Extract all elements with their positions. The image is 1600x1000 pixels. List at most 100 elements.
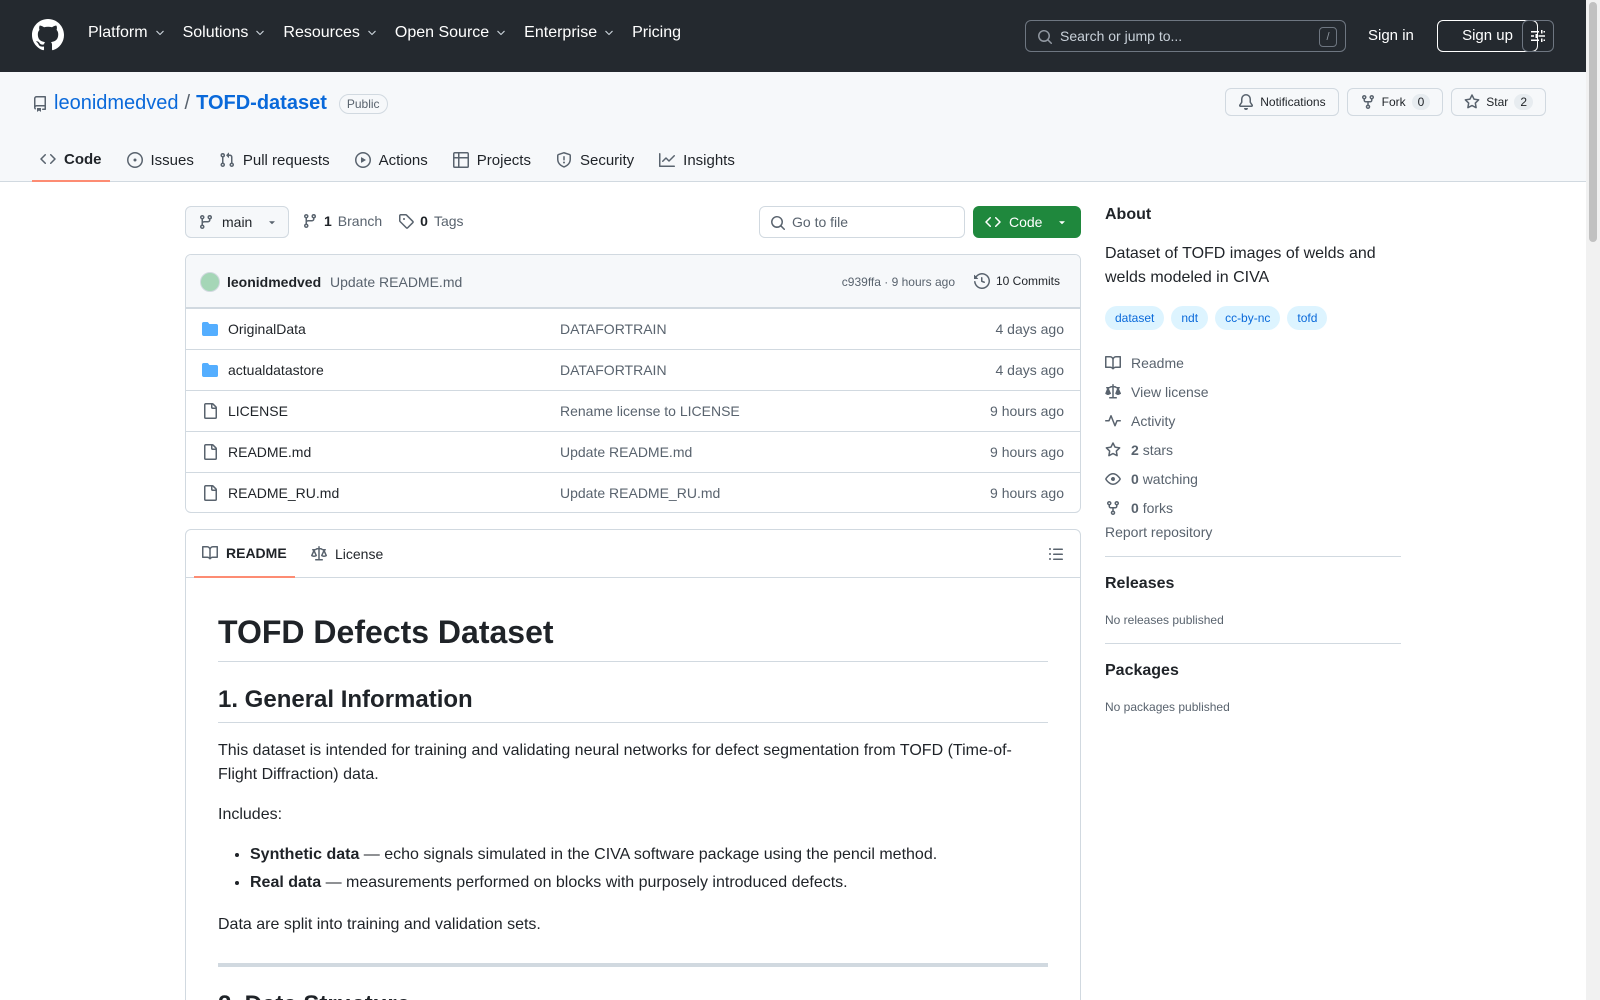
file-name-link[interactable]: README.md — [228, 444, 311, 460]
report-repository-link[interactable]: Report repository — [1105, 524, 1401, 540]
go-to-file-input[interactable]: Go to file — [759, 206, 965, 238]
file-date: 9 hours ago — [990, 403, 1064, 419]
tab-insights[interactable]: Insights — [651, 138, 743, 182]
tags-link[interactable]: 0 Tags — [398, 213, 464, 229]
fork-button[interactable]: Fork 0 — [1346, 88, 1444, 116]
nav-solutions[interactable]: Solutions — [183, 24, 267, 42]
about-sidebar: About Dataset of TOFD images of welds an… — [1105, 206, 1401, 714]
commit-author[interactable]: leonidmedved — [227, 274, 321, 290]
list-item-bold: Real data — [250, 874, 322, 891]
forks-link[interactable]: 0 forks — [1105, 493, 1401, 522]
tab-readme[interactable]: README — [194, 530, 295, 578]
settings-menu-button[interactable] — [1522, 20, 1554, 52]
topic-tag[interactable]: dataset — [1105, 306, 1165, 330]
readme-link[interactable]: Readme — [1105, 348, 1401, 377]
table-row: OriginalData DATAFORTRAIN 4 days ago — [186, 308, 1080, 349]
branch-selector[interactable]: main — [185, 206, 289, 238]
license-link[interactable]: View license — [1105, 377, 1401, 406]
github-logo-icon[interactable] — [32, 19, 64, 51]
history-icon — [973, 273, 990, 289]
bell-icon — [1239, 94, 1254, 110]
file-commit-message[interactable]: Update README_RU.md — [560, 485, 720, 501]
commit-sha-time[interactable]: c939ffa · 9 hours ago — [842, 275, 955, 289]
tab-issues[interactable]: Issues — [119, 138, 202, 182]
avatar[interactable] — [200, 272, 220, 292]
topic-tag[interactable]: cc-by-nc — [1215, 306, 1281, 330]
sign-in-link[interactable]: Sign in — [1368, 27, 1414, 44]
nav-enterprise[interactable]: Enterprise — [524, 24, 615, 42]
topic-tag[interactable]: tofd — [1287, 306, 1328, 330]
stars-link[interactable]: 2 stars — [1105, 435, 1401, 464]
star-button[interactable]: Star 2 — [1451, 88, 1546, 116]
commits-link[interactable]: 10 Commits — [973, 273, 1060, 289]
file-name-link[interactable]: README_RU.md — [228, 485, 339, 501]
search-icon — [771, 216, 786, 231]
notifications-label: Notifications — [1260, 95, 1326, 109]
readme-tabs: README License — [186, 530, 1080, 578]
graph-icon — [659, 153, 676, 167]
readme-paragraph: Includes: — [218, 806, 283, 823]
tab-pull-requests[interactable]: Pull requests — [211, 138, 338, 182]
file-name-link[interactable]: actualdatastore — [228, 362, 324, 378]
global-search-input[interactable]: Search or jump to... / — [1025, 20, 1346, 52]
file-commit-message[interactable]: DATAFORTRAIN — [560, 362, 667, 378]
readme-panel: README License TOFD Defects Dataset 1. G… — [185, 529, 1081, 1000]
nav-pricing[interactable]: Pricing — [632, 24, 681, 42]
sidebar-divider — [1105, 643, 1401, 644]
list-outline-icon[interactable] — [1048, 546, 1064, 562]
triangle-down-icon — [1059, 221, 1066, 225]
top-nav: Platform Solutions Resources Open Source… — [88, 24, 681, 42]
book-icon — [1105, 355, 1121, 369]
packages-heading[interactable]: Packages — [1105, 662, 1401, 680]
global-header: Platform Solutions Resources Open Source… — [0, 0, 1586, 72]
search-placeholder: Search or jump to... — [1060, 28, 1183, 44]
readme-paragraph: Data are split into training and validat… — [218, 916, 541, 933]
repo-name-link[interactable]: TOFD-dataset — [196, 92, 327, 115]
shield-icon — [556, 152, 571, 168]
releases-empty-text: No releases published — [1105, 613, 1224, 627]
star-count: 2 — [1514, 94, 1533, 110]
tab-license[interactable]: License — [311, 530, 383, 578]
branch-icon — [303, 214, 316, 229]
list-item-text: — echo signals simulated in the CIVA sof… — [359, 846, 938, 863]
tab-security[interactable]: Security — [548, 138, 642, 182]
file-name-link[interactable]: LICENSE — [228, 403, 288, 419]
tag-count: 0 — [420, 213, 428, 229]
about-links: Readme View license Activity 2 stars 0 w… — [1105, 348, 1401, 522]
file-icon — [204, 403, 217, 419]
nav-resources[interactable]: Resources — [283, 24, 377, 42]
file-commit-message[interactable]: Rename license to LICENSE — [560, 403, 740, 419]
readme-heading: 1. General Information — [218, 686, 1048, 723]
nav-platform[interactable]: Platform — [88, 24, 166, 42]
repo-header: leonidmedved / TOFD-dataset Public Notif… — [0, 72, 1586, 182]
file-name-link[interactable]: OriginalData — [228, 321, 306, 337]
commit-message[interactable]: Update README.md — [330, 274, 462, 290]
tab-actions[interactable]: Actions — [347, 138, 436, 182]
branch-icon — [199, 215, 212, 230]
code-dropdown-button[interactable]: Code — [973, 206, 1081, 238]
scrollbar-thumb[interactable] — [1589, 2, 1597, 242]
sidebar-divider — [1105, 556, 1401, 557]
pull-request-icon — [220, 152, 234, 168]
activity-link[interactable]: Activity — [1105, 406, 1401, 435]
watching-link[interactable]: 0 watching — [1105, 464, 1401, 493]
code-icon — [985, 216, 1001, 228]
topic-tag[interactable]: ndt — [1171, 306, 1209, 330]
forks-label: forks — [1142, 499, 1174, 516]
tab-projects[interactable]: Projects — [445, 138, 539, 182]
file-date: 4 days ago — [995, 362, 1065, 378]
tag-icon — [399, 214, 414, 229]
stars-count: 2 — [1131, 441, 1139, 458]
releases-heading[interactable]: Releases — [1105, 575, 1401, 593]
tab-code[interactable]: Code — [32, 138, 110, 182]
folder-icon — [202, 363, 218, 377]
nav-open-source[interactable]: Open Source — [395, 24, 507, 42]
notifications-button[interactable]: Notifications — [1225, 88, 1339, 116]
repo-owner-link[interactable]: leonidmedved — [54, 92, 179, 115]
branches-link[interactable]: 1 Branch — [302, 213, 382, 229]
code-icon — [40, 153, 56, 165]
file-commit-message[interactable]: DATAFORTRAIN — [560, 321, 667, 337]
list-item: Synthetic data — echo signals simulated … — [250, 841, 1048, 869]
file-commit-message[interactable]: Update README.md — [560, 444, 692, 460]
watching-count: 0 — [1131, 470, 1139, 487]
